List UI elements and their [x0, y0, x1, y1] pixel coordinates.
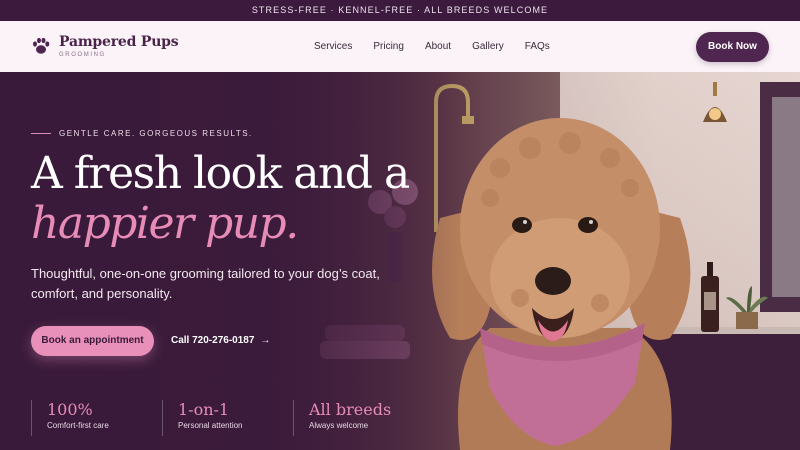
dog-photo: [432, 118, 691, 450]
stat-value: All breeds: [309, 400, 392, 419]
shampoo-bottle-image: [701, 262, 719, 332]
brand-tagline: GROOMING: [59, 52, 106, 58]
nav-link-faqs[interactable]: FAQs: [525, 40, 550, 53]
call-link[interactable]: Call 720-276-0187 →: [171, 334, 270, 348]
call-link-text: Call 720-276-0187: [171, 335, 255, 346]
nav-link-about[interactable]: About: [425, 40, 451, 53]
book-appointment-button[interactable]: Book an appointment: [31, 326, 154, 356]
paw-print-icon: [33, 37, 50, 54]
background-window-glass: [772, 97, 800, 297]
hero-eyebrow: GENTLE CARE. GORGEOUS RESULTS.: [31, 129, 253, 138]
site-header: Pampered Pups GROOMING Services Pricing …: [0, 21, 800, 72]
hero-headline-accent: happier pup.: [31, 198, 299, 249]
stat-label: Personal attention: [178, 421, 243, 430]
stat-label: Comfort-first care: [47, 421, 109, 430]
eyebrow-divider: [31, 133, 51, 134]
hero-section: GENTLE CARE. GORGEOUS RESULTS. A fresh l…: [0, 72, 800, 450]
stat-comfort: 100% Comfort-first care: [31, 400, 109, 436]
stat-attention: 1-on-1 Personal attention: [162, 400, 243, 436]
stat-value: 100%: [47, 400, 93, 419]
nav-link-gallery[interactable]: Gallery: [472, 40, 504, 53]
stat-value: 1-on-1: [178, 400, 230, 419]
nav-link-pricing[interactable]: Pricing: [373, 40, 404, 53]
hero-subtext: Thoughtful, one-on-one grooming tailored…: [31, 266, 380, 301]
stat-label: Always welcome: [309, 421, 369, 430]
wall-sconce-image: [703, 82, 727, 122]
brand-name: Pampered Pups: [59, 34, 179, 50]
plant-image: [726, 286, 768, 329]
arrow-right-icon: →: [260, 335, 271, 346]
announcement-text: STRESS-FREE · KENNEL-FREE · ALL BREEDS W…: [251, 5, 549, 15]
main-nav: Services Pricing About Gallery FAQs: [314, 40, 571, 53]
announcement-bar: STRESS-FREE · KENNEL-FREE · ALL BREEDS W…: [0, 0, 800, 21]
brand-logo[interactable]: Pampered Pups GROOMING: [31, 34, 179, 59]
stat-breeds: All breeds Always welcome: [293, 400, 391, 436]
hero-headline: A fresh look and a: [31, 148, 410, 199]
nav-link-services[interactable]: Services: [314, 40, 352, 53]
eyebrow-text: GENTLE CARE. GORGEOUS RESULTS.: [59, 129, 253, 138]
book-now-button[interactable]: Book Now: [696, 32, 769, 62]
